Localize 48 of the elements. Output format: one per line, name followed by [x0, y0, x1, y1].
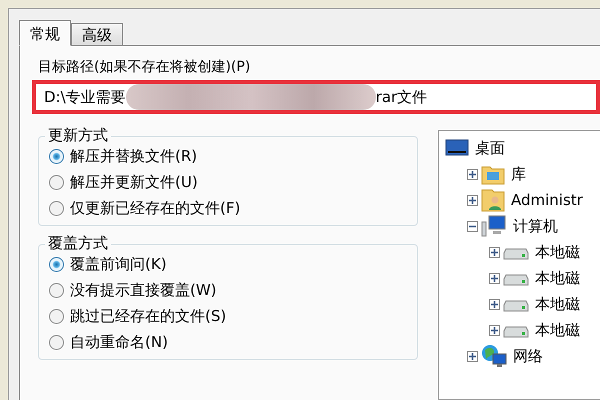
radio-button[interactable] [49, 174, 64, 190]
radio-button[interactable] [49, 308, 64, 324]
tree-item[interactable]: 本地磁 [535, 268, 580, 288]
tab[interactable]: 高级 [71, 23, 123, 45]
group-title: 覆盖方式 [45, 234, 111, 253]
tree-item[interactable]: 本地磁 [535, 294, 580, 314]
expand-toggle[interactable] [467, 220, 478, 232]
plus-icon [490, 326, 499, 334]
user-folder-icon [481, 188, 505, 212]
radio-label[interactable]: 解压并更新文件(U) [70, 172, 198, 192]
field-label: 目标路径(如果不存在将被创建)(P) [38, 58, 252, 76]
plus-icon [490, 300, 499, 308]
radio-label[interactable]: 覆盖前询问(K) [70, 254, 167, 274]
expand-toggle[interactable] [467, 194, 478, 206]
radio-label[interactable]: 自动重命名(N) [70, 332, 168, 352]
plus-icon [490, 248, 499, 256]
radio-label[interactable]: 仅更新已经存在的文件(F) [70, 198, 240, 218]
tree-item[interactable]: 库 [511, 164, 526, 184]
plus-icon [468, 352, 477, 360]
expand-toggle[interactable] [467, 350, 478, 362]
tree-item[interactable]: 计算机 [513, 216, 558, 236]
plus-icon [490, 274, 499, 282]
radio-label[interactable]: 解压并替换文件(R) [70, 146, 198, 166]
monitor-icon [445, 138, 469, 158]
radio-button[interactable] [49, 282, 64, 298]
plus-icon [468, 196, 477, 204]
radio-button[interactable] [49, 200, 64, 216]
tree-item[interactable]: Administr [511, 191, 583, 209]
computer-icon [481, 215, 507, 237]
expand-toggle[interactable] [489, 272, 500, 284]
radio-label[interactable]: 没有提示直接覆盖(W) [70, 280, 217, 300]
tree-item[interactable]: 桌面 [475, 138, 505, 158]
tree-item[interactable]: 网络 [513, 346, 543, 366]
expand-toggle[interactable] [489, 298, 500, 310]
plus-icon [468, 170, 477, 178]
tree-item[interactable]: 本地磁 [535, 242, 580, 262]
expand-toggle[interactable] [489, 324, 500, 336]
group-title: 更新方式 [45, 126, 111, 145]
expand-toggle[interactable] [489, 246, 500, 258]
tree-item[interactable]: 本地磁 [535, 320, 580, 340]
tab[interactable]: 常规 [19, 20, 71, 46]
radio-button[interactable] [49, 256, 64, 272]
radio-button[interactable] [49, 334, 64, 350]
expand-toggle[interactable] [467, 168, 478, 180]
path-field[interactable]: D:\专业需要 rar文件 [32, 80, 600, 114]
network-icon [481, 344, 507, 368]
radio-button[interactable] [49, 148, 64, 164]
radio-label[interactable]: 跳过已经存在的文件(S) [70, 306, 226, 326]
